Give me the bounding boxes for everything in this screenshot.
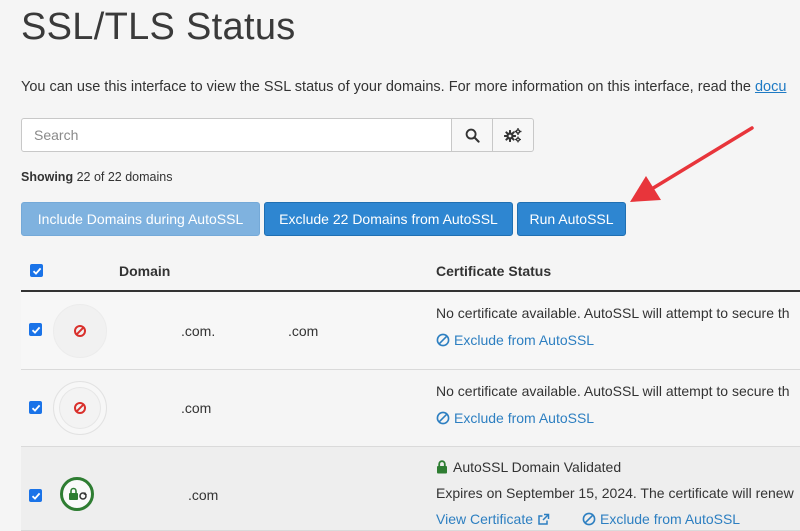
exclude-from-autossl-link[interactable]: Exclude from AutoSSL — [436, 410, 594, 426]
prohibited-icon — [74, 325, 86, 337]
status-indicator — [60, 477, 94, 511]
prohibited-icon — [74, 402, 86, 414]
exclude-label: Exclude from AutoSSL — [454, 410, 595, 426]
row-checkbox[interactable] — [29, 401, 42, 414]
table-row: .com AutoSSL Domain Validated Expires on… — [21, 447, 800, 531]
page-title: SSL/TLS Status — [21, 6, 296, 48]
table-row: .com. .com No certificate available. Aut… — [21, 292, 800, 370]
showing-count: Showing 22 of 22 domains — [21, 170, 172, 184]
checkmark-icon — [31, 326, 40, 334]
certificate-status-text: No certificate available. AutoSSL will a… — [436, 305, 790, 321]
domain-column-header[interactable]: Domain — [119, 263, 170, 279]
checkmark-icon — [32, 267, 41, 275]
showing-count-text: 22 of 22 domains — [76, 170, 173, 184]
intro-description: You can use this interface to view the S… — [21, 79, 755, 95]
status-indicator — [53, 381, 107, 435]
status-indicator — [53, 304, 107, 358]
domain-name-part: .com — [181, 400, 212, 416]
gears-icon — [504, 128, 522, 143]
view-certificate-label: View Certificate — [436, 511, 534, 527]
domain-name-part: .com. — [181, 323, 216, 339]
checkmark-icon — [31, 404, 40, 412]
certificate-expiry-text: Expires on September 15, 2024. The certi… — [436, 485, 794, 501]
certificate-status-text: No certificate available. AutoSSL will a… — [436, 383, 790, 399]
run-autossl-button[interactable]: Run AutoSSL — [517, 202, 626, 236]
exclude-label: Exclude from AutoSSL — [454, 332, 595, 348]
exclude-label: Exclude from AutoSSL — [600, 511, 741, 527]
domain-name-part: .com — [288, 323, 319, 339]
ban-icon — [582, 512, 596, 526]
domain-name-part: .com — [188, 487, 219, 503]
table-row: .com No certificate available. AutoSSL w… — [21, 370, 800, 447]
row-checkbox[interactable] — [29, 323, 42, 336]
search-button[interactable] — [452, 118, 493, 152]
settings-button[interactable] — [493, 118, 534, 152]
exclude-from-autossl-link[interactable]: Exclude from AutoSSL — [582, 511, 740, 527]
ban-icon — [436, 333, 450, 347]
include-domains-button[interactable]: Include Domains during AutoSSL — [21, 202, 260, 236]
select-all-checkbox[interactable] — [30, 264, 43, 277]
external-link-icon — [538, 513, 550, 525]
row-checkbox[interactable] — [29, 489, 42, 502]
search-bar — [21, 118, 534, 152]
showing-label: Showing — [21, 170, 74, 184]
search-input[interactable] — [21, 118, 452, 152]
certificate-status-column-header[interactable]: Certificate Status — [436, 263, 551, 279]
documentation-link[interactable]: docu — [755, 79, 786, 95]
ban-icon — [436, 411, 450, 425]
search-icon — [465, 128, 480, 143]
certificate-status-text: AutoSSL Domain Validated — [453, 459, 622, 475]
table-header: Domain Certificate Status — [21, 252, 800, 292]
exclude-from-autossl-link[interactable]: Exclude from AutoSSL — [436, 332, 594, 348]
checkmark-icon — [31, 492, 40, 500]
lock-icon — [437, 460, 447, 474]
exclude-domains-button[interactable]: Exclude 22 Domains from AutoSSL — [264, 202, 513, 236]
intro-text: You can use this interface to view the S… — [21, 79, 786, 95]
certificate-validated: AutoSSL Domain Validated — [436, 459, 621, 475]
view-certificate-link[interactable]: View Certificate — [436, 511, 550, 527]
lock-sync-icon — [69, 487, 87, 500]
